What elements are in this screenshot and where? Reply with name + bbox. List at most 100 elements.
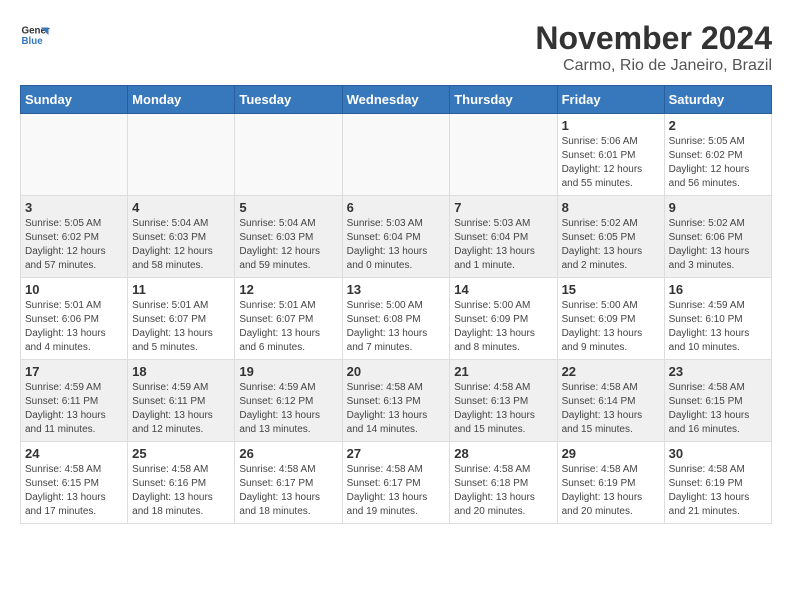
calendar-cell: 29 Sunrise: 4:58 AMSunset: 6:19 PMDayligh… xyxy=(557,442,664,524)
day-info: Sunrise: 4:58 AMSunset: 6:15 PMDaylight:… xyxy=(669,381,767,437)
day-number: 9 xyxy=(669,200,767,215)
day-info: Sunrise: 4:58 AMSunset: 6:17 PMDaylight:… xyxy=(239,463,337,519)
day-info: Sunrise: 5:03 AMSunset: 6:04 PMDaylight:… xyxy=(347,217,446,273)
calendar-cell: 25 Sunrise: 4:58 AMSunset: 6:16 PMDayligh… xyxy=(128,442,235,524)
calendar-cell: 27 Sunrise: 4:58 AMSunset: 6:17 PMDayligh… xyxy=(342,442,450,524)
day-info: Sunrise: 4:58 AMSunset: 6:17 PMDaylight:… xyxy=(347,463,446,519)
location: Carmo, Rio de Janeiro, Brazil xyxy=(535,57,772,75)
calendar-cell: 15 Sunrise: 5:00 AMSunset: 6:09 PMDayligh… xyxy=(557,278,664,360)
page-header: General Blue November 2024 Carmo, Rio de… xyxy=(20,20,772,75)
day-info: Sunrise: 5:03 AMSunset: 6:04 PMDaylight:… xyxy=(454,217,552,273)
day-info: Sunrise: 4:58 AMSunset: 6:19 PMDaylight:… xyxy=(669,463,767,519)
logo-icon: General Blue xyxy=(20,20,50,50)
day-info: Sunrise: 5:02 AMSunset: 6:06 PMDaylight:… xyxy=(669,217,767,273)
day-number: 6 xyxy=(347,200,446,215)
logo: General Blue xyxy=(20,20,50,50)
calendar-cell: 6 Sunrise: 5:03 AMSunset: 6:04 PMDaylight… xyxy=(342,196,450,278)
calendar-week-row: 24Sunrise: 4:58 AMSunset: 6:15 PMDayligh… xyxy=(21,442,772,524)
calendar-cell: 17Sunrise: 4:59 AMSunset: 6:11 PMDayligh… xyxy=(21,360,128,442)
day-info: Sunrise: 5:01 AMSunset: 6:07 PMDaylight:… xyxy=(132,299,230,355)
title-section: November 2024 Carmo, Rio de Janeiro, Bra… xyxy=(535,20,772,75)
calendar-cell: 13Sunrise: 5:00 AMSunset: 6:08 PMDayligh… xyxy=(342,278,450,360)
day-info: Sunrise: 5:04 AMSunset: 6:03 PMDaylight:… xyxy=(239,217,337,273)
day-info: Sunrise: 5:00 AMSunset: 6:09 PMDaylight:… xyxy=(454,299,552,355)
calendar-cell: 30 Sunrise: 4:58 AMSunset: 6:19 PMDayligh… xyxy=(664,442,771,524)
day-number: 8 xyxy=(562,200,660,215)
day-number: 15 xyxy=(562,282,660,297)
calendar-cell: 21 Sunrise: 4:58 AMSunset: 6:13 PMDayligh… xyxy=(450,360,557,442)
day-number: 28 xyxy=(454,446,552,461)
day-info: Sunrise: 5:01 AMSunset: 6:06 PMDaylight:… xyxy=(25,299,123,355)
calendar-cell xyxy=(128,114,235,196)
day-info: Sunrise: 5:04 AMSunset: 6:03 PMDaylight:… xyxy=(132,217,230,273)
calendar-cell xyxy=(21,114,128,196)
calendar-cell: 19 Sunrise: 4:59 AMSunset: 6:12 PMDayligh… xyxy=(235,360,342,442)
calendar-cell: 2Sunrise: 5:05 AMSunset: 6:02 PMDaylight… xyxy=(664,114,771,196)
weekday-header-tuesday: Tuesday xyxy=(235,86,342,114)
calendar-week-row: 17Sunrise: 4:59 AMSunset: 6:11 PMDayligh… xyxy=(21,360,772,442)
weekday-header-row: SundayMondayTuesdayWednesdayThursdayFrid… xyxy=(21,86,772,114)
day-info: Sunrise: 4:58 AMSunset: 6:19 PMDaylight:… xyxy=(562,463,660,519)
calendar-week-row: 3 Sunrise: 5:05 AMSunset: 6:02 PMDaylight… xyxy=(21,196,772,278)
calendar-cell: 9 Sunrise: 5:02 AMSunset: 6:06 PMDaylight… xyxy=(664,196,771,278)
day-number: 25 xyxy=(132,446,230,461)
calendar-cell: 14 Sunrise: 5:00 AMSunset: 6:09 PMDayligh… xyxy=(450,278,557,360)
day-number: 7 xyxy=(454,200,552,215)
day-number: 20 xyxy=(347,364,446,379)
day-info: Sunrise: 4:59 AMSunset: 6:10 PMDaylight:… xyxy=(669,299,767,355)
calendar-cell: 4 Sunrise: 5:04 AMSunset: 6:03 PMDaylight… xyxy=(128,196,235,278)
day-info: Sunrise: 5:05 AMSunset: 6:02 PMDaylight:… xyxy=(669,135,767,191)
svg-text:Blue: Blue xyxy=(22,36,44,47)
calendar-cell: 16 Sunrise: 4:59 AMSunset: 6:10 PMDayligh… xyxy=(664,278,771,360)
day-number: 22 xyxy=(562,364,660,379)
day-number: 21 xyxy=(454,364,552,379)
weekday-header-saturday: Saturday xyxy=(664,86,771,114)
day-info: Sunrise: 5:02 AMSunset: 6:05 PMDaylight:… xyxy=(562,217,660,273)
day-info: Sunrise: 5:00 AMSunset: 6:08 PMDaylight:… xyxy=(347,299,446,355)
calendar-cell: 5 Sunrise: 5:04 AMSunset: 6:03 PMDaylight… xyxy=(235,196,342,278)
calendar-week-row: 10 Sunrise: 5:01 AMSunset: 6:06 PMDayligh… xyxy=(21,278,772,360)
calendar-cell: 28 Sunrise: 4:58 AMSunset: 6:18 PMDayligh… xyxy=(450,442,557,524)
calendar-cell: 18Sunrise: 4:59 AMSunset: 6:11 PMDayligh… xyxy=(128,360,235,442)
calendar-cell: 24Sunrise: 4:58 AMSunset: 6:15 PMDayligh… xyxy=(21,442,128,524)
day-number: 16 xyxy=(669,282,767,297)
calendar-cell: 7 Sunrise: 5:03 AMSunset: 6:04 PMDaylight… xyxy=(450,196,557,278)
day-number: 14 xyxy=(454,282,552,297)
day-number: 29 xyxy=(562,446,660,461)
day-number: 30 xyxy=(669,446,767,461)
day-info: Sunrise: 5:05 AMSunset: 6:02 PMDaylight:… xyxy=(25,217,123,273)
day-number: 19 xyxy=(239,364,337,379)
day-info: Sunrise: 4:59 AMSunset: 6:12 PMDaylight:… xyxy=(239,381,337,437)
day-number: 1 xyxy=(562,118,660,133)
day-number: 26 xyxy=(239,446,337,461)
calendar-cell: 11Sunrise: 5:01 AMSunset: 6:07 PMDayligh… xyxy=(128,278,235,360)
calendar-cell: 8 Sunrise: 5:02 AMSunset: 6:05 PMDaylight… xyxy=(557,196,664,278)
calendar-table: SundayMondayTuesdayWednesdayThursdayFrid… xyxy=(20,85,772,524)
day-number: 5 xyxy=(239,200,337,215)
day-number: 23 xyxy=(669,364,767,379)
day-info: Sunrise: 4:59 AMSunset: 6:11 PMDaylight:… xyxy=(132,381,230,437)
day-number: 10 xyxy=(25,282,123,297)
day-number: 27 xyxy=(347,446,446,461)
calendar-cell: 26 Sunrise: 4:58 AMSunset: 6:17 PMDayligh… xyxy=(235,442,342,524)
weekday-header-friday: Friday xyxy=(557,86,664,114)
day-info: Sunrise: 4:58 AMSunset: 6:13 PMDaylight:… xyxy=(454,381,552,437)
calendar-cell: 10 Sunrise: 5:01 AMSunset: 6:06 PMDayligh… xyxy=(21,278,128,360)
calendar-cell: 23 Sunrise: 4:58 AMSunset: 6:15 PMDayligh… xyxy=(664,360,771,442)
day-number: 3 xyxy=(25,200,123,215)
weekday-header-sunday: Sunday xyxy=(21,86,128,114)
weekday-header-wednesday: Wednesday xyxy=(342,86,450,114)
calendar-cell xyxy=(342,114,450,196)
day-info: Sunrise: 4:58 AMSunset: 6:14 PMDaylight:… xyxy=(562,381,660,437)
calendar-cell xyxy=(235,114,342,196)
day-info: Sunrise: 4:58 AMSunset: 6:18 PMDaylight:… xyxy=(454,463,552,519)
day-number: 4 xyxy=(132,200,230,215)
day-info: Sunrise: 5:00 AMSunset: 6:09 PMDaylight:… xyxy=(562,299,660,355)
day-info: Sunrise: 5:01 AMSunset: 6:07 PMDaylight:… xyxy=(239,299,337,355)
calendar-week-row: 1 Sunrise: 5:06 AMSunset: 6:01 PMDaylight… xyxy=(21,114,772,196)
day-info: Sunrise: 5:06 AMSunset: 6:01 PMDaylight:… xyxy=(562,135,660,191)
day-number: 24 xyxy=(25,446,123,461)
day-info: Sunrise: 4:59 AMSunset: 6:11 PMDaylight:… xyxy=(25,381,123,437)
day-info: Sunrise: 4:58 AMSunset: 6:16 PMDaylight:… xyxy=(132,463,230,519)
calendar-cell: 3 Sunrise: 5:05 AMSunset: 6:02 PMDaylight… xyxy=(21,196,128,278)
